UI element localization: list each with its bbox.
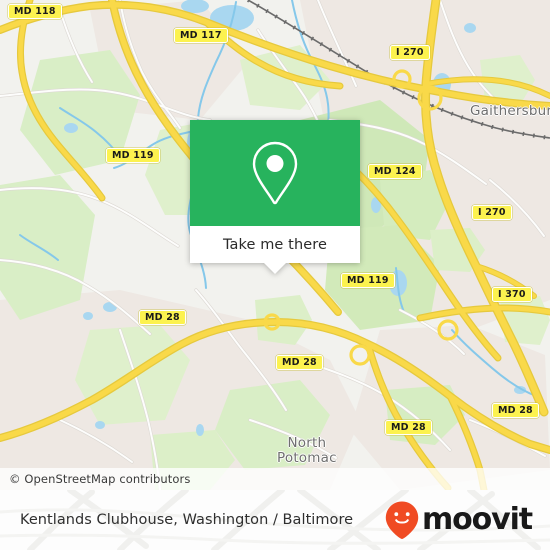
- shield-md-117[interactable]: MD 117: [174, 28, 228, 43]
- card-action-text: Take me there: [222, 236, 328, 253]
- screenshot-root: Gaithersburg NorthPotomac MD 118 MD 117 …: [0, 0, 550, 550]
- shield-md-119-east[interactable]: MD 119: [341, 273, 395, 288]
- shield-md-28-west[interactable]: MD 28: [139, 310, 186, 325]
- location-title: Kentlands Clubhouse, Washington / Baltim…: [20, 512, 354, 528]
- moovit-logo[interactable]: moovit: [384, 500, 533, 540]
- shield-md-28-south[interactable]: MD 28: [385, 420, 432, 435]
- map-attribution[interactable]: © OpenStreetMap contributors: [0, 468, 550, 490]
- moovit-pin-smiley-icon: [385, 501, 419, 540]
- shield-i-270-north[interactable]: I 270: [390, 45, 430, 60]
- card-image-area: [190, 120, 360, 226]
- attribution-text: © OpenStreetMap contributors: [9, 472, 191, 486]
- shield-md-118[interactable]: MD 118: [8, 4, 62, 19]
- moovit-wordmark: moovit: [421, 502, 533, 537]
- footer-bar: Kentlands Clubhouse, Washington / Baltim…: [0, 490, 550, 550]
- footer-content: Kentlands Clubhouse, Washington / Baltim…: [0, 490, 550, 550]
- card-action-label[interactable]: Take me there: [190, 226, 360, 274]
- shield-md-124[interactable]: MD 124: [368, 164, 422, 179]
- shield-md-119-west[interactable]: MD 119: [106, 148, 160, 163]
- shield-md-28-east[interactable]: MD 28: [492, 403, 539, 418]
- shield-md-28-mid[interactable]: MD 28: [276, 355, 323, 370]
- take-me-there-card[interactable]: Take me there: [190, 120, 360, 274]
- shield-i-270-mid[interactable]: I 270: [472, 205, 512, 220]
- shield-i-370[interactable]: I 370: [492, 287, 532, 302]
- map-pin-icon: [252, 141, 298, 205]
- card-pointer-tail: [264, 263, 286, 274]
